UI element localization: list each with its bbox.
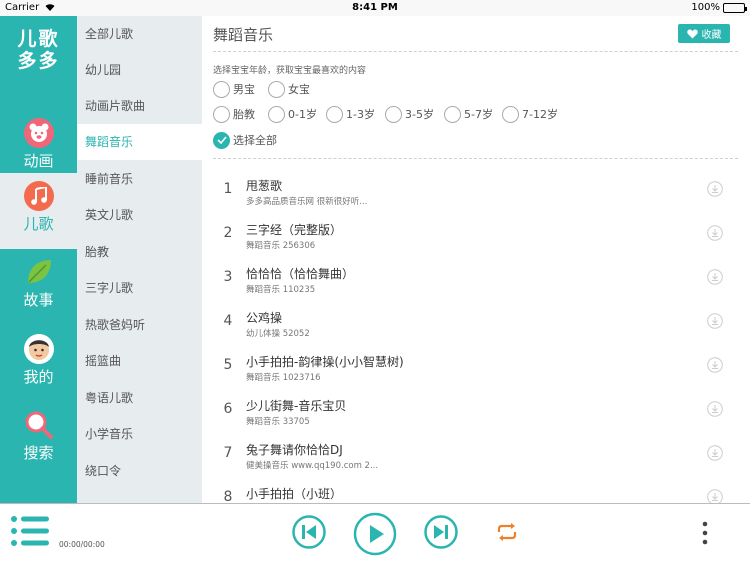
category-item-active[interactable]: 舞蹈音乐	[77, 124, 202, 160]
nav-item-search[interactable]: 搜索	[0, 402, 77, 478]
download-icon[interactable]	[707, 445, 723, 461]
track-row[interactable]: 5 小手拍拍-韵律操(小小智慧树) 舞蹈音乐 1023716	[202, 347, 750, 391]
playlist-menu-icon[interactable]	[10, 514, 50, 548]
track-subtitle: 舞蹈音乐 1023716	[246, 373, 321, 383]
track-number: 4	[223, 313, 233, 329]
download-icon[interactable]	[707, 181, 723, 197]
clock: 8:41 PM	[352, 2, 398, 13]
music-note-icon	[23, 181, 54, 211]
favorite-button[interactable]: 收藏	[678, 24, 730, 43]
category-item[interactable]: 小学音乐	[77, 416, 202, 452]
category-item[interactable]: 绕口令	[77, 453, 202, 489]
category-item[interactable]: 睡前音乐	[77, 161, 202, 197]
nav-item-songs[interactable]: 儿歌	[0, 173, 77, 249]
radio-button[interactable]	[268, 80, 285, 98]
radio-button[interactable]	[326, 105, 343, 123]
battery-indicator: 100%	[691, 2, 747, 13]
radio-button[interactable]	[385, 105, 402, 123]
download-icon[interactable]	[707, 357, 723, 373]
checkmark-icon	[216, 136, 227, 144]
category-item[interactable]: 粤语儿歌	[77, 380, 202, 416]
category-item[interactable]: 动画片歌曲	[77, 88, 202, 124]
radio-button[interactable]	[502, 105, 519, 123]
player-bar: 00:00/00:00	[0, 503, 750, 562]
download-icon[interactable]	[707, 313, 723, 329]
track-subtitle: 舞蹈音乐 33705	[246, 417, 310, 427]
more-options-icon[interactable]	[700, 520, 710, 546]
track-title: 恰恰恰（恰恰舞曲）	[246, 267, 355, 281]
age-option[interactable]: 1-3岁	[326, 105, 375, 123]
checked-radio-button[interactable]	[213, 131, 230, 149]
track-title: 公鸡操	[246, 311, 283, 325]
track-subtitle: 多多高品质音乐网 很新很好听...	[246, 197, 368, 207]
track-title: 兔子舞请你恰恰DJ	[246, 443, 343, 457]
track-title: 小手拍拍-韵律操(小小智慧树)	[246, 355, 404, 369]
track-row[interactable]: 7 兔子舞请你恰恰DJ 健美操音乐 www.qq190.com 2...	[202, 435, 750, 479]
track-subtitle: 舞蹈音乐 110235	[246, 285, 316, 295]
track-number: 2	[223, 225, 233, 241]
track-title: 小手拍拍（小班）	[246, 487, 343, 501]
filter-hint: 选择宝宝年龄，获取宝宝最喜欢的内容	[213, 66, 367, 76]
track-subtitle: 幼儿体操 52052	[246, 329, 310, 339]
track-number: 6	[223, 401, 233, 417]
track-row[interactable]: 6 少儿街舞-音乐宝贝 舞蹈音乐 33705	[202, 391, 750, 435]
repeat-icon[interactable]	[496, 523, 518, 541]
track-row[interactable]: 1 甩葱歌 多多高品质音乐网 很新很好听...	[202, 171, 750, 215]
age-option[interactable]: 5-7岁	[444, 105, 493, 123]
playback-time: 00:00/00:00	[59, 540, 105, 549]
age-option[interactable]: 0-1岁	[268, 105, 317, 123]
play-icon[interactable]	[353, 512, 397, 556]
download-icon[interactable]	[707, 225, 723, 241]
track-number: 7	[223, 445, 233, 461]
track-row[interactable]: 3 恰恰恰（恰恰舞曲） 舞蹈音乐 110235	[202, 259, 750, 303]
boy-avatar-icon	[23, 334, 54, 364]
gender-option-boy[interactable]: 男宝	[213, 80, 255, 98]
gender-option-girl[interactable]: 女宝	[268, 80, 310, 98]
page-title: 舞蹈音乐	[213, 26, 274, 44]
category-item[interactable]: 热歌爸妈听	[77, 307, 202, 343]
category-item[interactable]: 英文儿歌	[77, 197, 202, 233]
select-all-option[interactable]: 选择全部	[213, 131, 277, 149]
age-option[interactable]: 7-12岁	[502, 105, 558, 123]
age-option[interactable]: 胎教	[213, 105, 255, 123]
track-subtitle: 健美操音乐 www.qq190.com 2...	[246, 461, 379, 471]
age-option[interactable]: 3-5岁	[385, 105, 434, 123]
category-item[interactable]: 全部儿歌	[77, 16, 202, 52]
app-logo: 儿歌 多多	[17, 28, 60, 72]
category-item[interactable]: 摇篮曲	[77, 343, 202, 379]
track-title: 甩葱歌	[246, 179, 283, 193]
nav-item-stories[interactable]: 故事	[0, 249, 77, 325]
track-number: 1	[223, 181, 233, 197]
download-icon[interactable]	[707, 401, 723, 417]
divider	[213, 51, 738, 52]
category-item[interactable]: 三字儿歌	[77, 270, 202, 306]
track-title: 少儿街舞-音乐宝贝	[246, 399, 347, 413]
track-title: 三字经（完整版）	[246, 223, 343, 237]
next-track-icon[interactable]	[424, 515, 458, 549]
status-bar: Carrier 8:41 PM 100%	[0, 0, 750, 16]
radio-button[interactable]	[213, 80, 230, 98]
divider	[213, 158, 738, 159]
category-list: 全部儿歌 幼儿园 动画片歌曲 舞蹈音乐 睡前音乐 英文儿歌 胎教 三字儿歌 热歌…	[77, 16, 202, 503]
search-icon	[24, 410, 54, 440]
heart-icon	[686, 29, 698, 38]
bear-icon	[23, 118, 54, 148]
nav-item-profile[interactable]: 我的	[0, 326, 77, 402]
battery-icon	[723, 2, 747, 13]
radio-button[interactable]	[213, 105, 230, 123]
track-row[interactable]: 2 三字经（完整版） 舞蹈音乐 256306	[202, 215, 750, 259]
category-item[interactable]: 胎教	[77, 234, 202, 270]
leaf-icon	[24, 257, 54, 287]
main-nav: 儿歌 多多 动画 儿歌 故事 我的 搜索	[0, 16, 77, 503]
track-subtitle: 舞蹈音乐 256306	[246, 241, 316, 251]
track-number: 5	[223, 357, 233, 373]
radio-button[interactable]	[268, 105, 285, 123]
category-item[interactable]: 幼儿园	[77, 52, 202, 88]
main-content: 舞蹈音乐 收藏 选择宝宝年龄，获取宝宝最喜欢的内容 男宝 女宝 胎教 0-1岁 …	[202, 16, 750, 505]
track-row[interactable]: 4 公鸡操 幼儿体操 52052	[202, 303, 750, 347]
track-number: 3	[223, 269, 233, 285]
radio-button[interactable]	[444, 105, 461, 123]
previous-track-icon[interactable]	[292, 515, 326, 549]
download-icon[interactable]	[707, 269, 723, 285]
